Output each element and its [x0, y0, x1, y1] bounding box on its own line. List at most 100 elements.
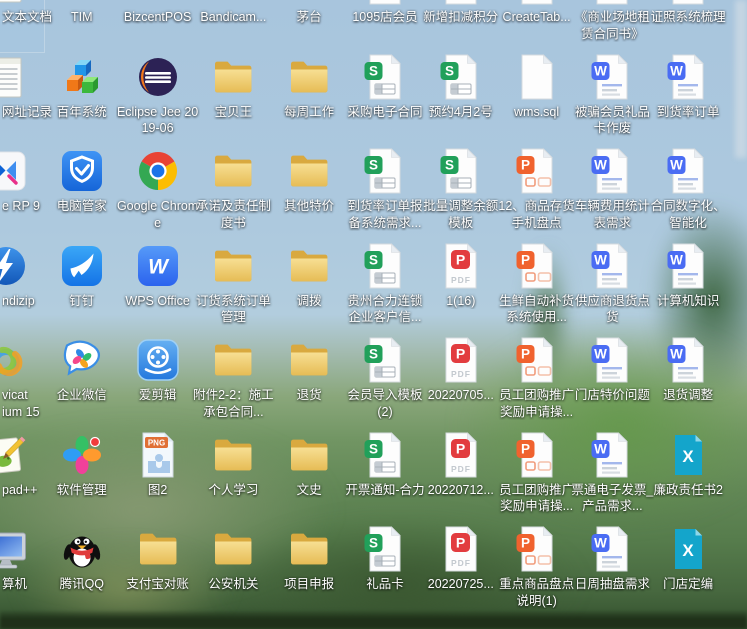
desktop-icon[interactable]: W车辆费用统计表需求: [574, 147, 650, 241]
desktop-icon[interactable]: PNG图2: [120, 431, 196, 525]
desktop-icon[interactable]: vicat ium 15: [0, 336, 44, 430]
desktop-icon[interactable]: W合同数字化、智能化: [650, 147, 726, 241]
cubes-red-green-icon: [134, 0, 182, 6]
desktop-icon[interactable]: 文本文档: [0, 0, 44, 52]
desktop-icon[interactable]: TIM: [44, 0, 120, 52]
desktop-icon[interactable]: 支付宝对账: [120, 525, 196, 619]
desktop-icon[interactable]: P生鲜自动补货系统使用...: [499, 242, 575, 336]
desktop-icon[interactable]: 电脑管家: [44, 147, 120, 241]
desktop-icon[interactable]: PPDF20220725...: [423, 525, 499, 619]
desktop-icon-label: 批量调整余额模板: [419, 198, 503, 231]
desktop-icon[interactable]: 宝贝王: [195, 53, 271, 147]
desktop[interactable]: 文本文档TIMBizcentPOSBandicam...茅台1095店会员新增扣…: [0, 0, 747, 629]
desktop-icon[interactable]: P员工团购推广奖励申请操...: [499, 431, 575, 525]
folder-icon: [285, 525, 333, 573]
bandizip-icon: [0, 242, 30, 290]
desktop-icon-label: 日周抽盘需求: [570, 576, 654, 593]
table-doc-icon: [361, 0, 409, 6]
desktop-icon[interactable]: 文史: [271, 431, 347, 525]
desktop-icon[interactable]: W到货率订单: [650, 53, 726, 147]
desktop-icon[interactable]: W退货调整: [650, 336, 726, 430]
axure-icon: [0, 147, 30, 195]
desktop-icon[interactable]: pad++: [0, 431, 44, 525]
desktop-icon[interactable]: Google Chrome: [120, 147, 196, 241]
desktop-icon[interactable]: wms.sql: [499, 53, 575, 147]
desktop-icon[interactable]: e RP 9: [0, 147, 44, 241]
desktop-icon[interactable]: S采购电子合同: [347, 53, 423, 147]
desktop-icon[interactable]: 承诺及责任制度书: [195, 147, 271, 241]
desktop-icon[interactable]: 网址记录: [0, 53, 44, 147]
desktop-icon[interactable]: 公安机关: [195, 525, 271, 619]
desktop-icon[interactable]: 退货: [271, 336, 347, 430]
desktop-icon-label: 图2: [116, 482, 200, 499]
desktop-icon[interactable]: 其他特价: [271, 147, 347, 241]
desktop-icon[interactable]: Bandicam...: [195, 0, 271, 52]
desktop-icon-label: 支付宝对账: [116, 576, 200, 593]
desktop-icon-label: 车辆费用统计表需求: [570, 198, 654, 231]
desktop-icon[interactable]: 企业微信: [44, 336, 120, 430]
desktop-icon[interactable]: P员工团购推广奖励申请操...: [499, 336, 575, 430]
desktop-icon[interactable]: 订货系统订单管理: [195, 242, 271, 336]
folder-icon: [285, 242, 333, 290]
desktop-icon[interactable]: S批量调整余额模板: [423, 147, 499, 241]
desktop-icon[interactable]: 算机: [0, 525, 44, 619]
desktop-icon[interactable]: W计算机知识: [650, 242, 726, 336]
desktop-icon[interactable]: S贵州合力连锁企业客户信...: [347, 242, 423, 336]
desktop-icon-label: 20220712...: [419, 482, 503, 499]
desktop-icon[interactable]: 1095店会员: [347, 0, 423, 52]
desktop-icon[interactable]: 项目申报: [271, 525, 347, 619]
desktop-icon[interactable]: X门店定编: [650, 525, 726, 619]
desktop-icon[interactable]: S预约4月2号: [423, 53, 499, 147]
svg-text:P: P: [456, 535, 465, 551]
desktop-icon[interactable]: 附件2-2：施工承包合同...: [195, 336, 271, 430]
desktop-icon[interactable]: 爱剪辑: [120, 336, 196, 430]
desktop-icon[interactable]: PPDF20220705...: [423, 336, 499, 430]
desktop-icon[interactable]: X廉政责任书2: [650, 431, 726, 525]
svg-text:S: S: [369, 158, 378, 173]
desktop-icon[interactable]: W供应商退货点货: [574, 242, 650, 336]
wps-word-icon: W: [588, 336, 636, 384]
desktop-icon[interactable]: 软件管理: [44, 431, 120, 525]
desktop-icon[interactable]: S开票通知-合力: [347, 431, 423, 525]
desktop-icon[interactable]: 百年系统: [44, 53, 120, 147]
desktop-icon[interactable]: Eclipse Jee 2019-06: [120, 53, 196, 147]
desktop-icon[interactable]: 腾讯QQ: [44, 525, 120, 619]
desktop-icon[interactable]: 调拨: [271, 242, 347, 336]
softmgr-icon: [58, 431, 106, 479]
desktop-icon-label: 12、商品存货手机盘点: [495, 198, 579, 231]
desktop-icon[interactable]: W门店特价问题: [574, 336, 650, 430]
desktop-icon[interactable]: S会员导入模板(2): [347, 336, 423, 430]
desktop-icon-label: 员工团购推广奖励申请操...: [495, 387, 579, 420]
desktop-icon[interactable]: 每周工作: [271, 53, 347, 147]
desktop-icon[interactable]: 证照系统梳理: [650, 0, 726, 52]
desktop-icon[interactable]: 新增扣减积分: [423, 0, 499, 52]
svg-text:P: P: [521, 158, 530, 173]
desktop-icon[interactable]: W日周抽盘需求: [574, 525, 650, 619]
desktop-icon[interactable]: BizcentPOS: [120, 0, 196, 52]
computer-icon: [0, 525, 30, 573]
desktop-icon[interactable]: 钉钉: [44, 242, 120, 336]
folder-icon: [285, 147, 333, 195]
desktop-icon[interactable]: 《商业场地租赁合同书》: [574, 0, 650, 52]
desktop-icon[interactable]: S礼品卡: [347, 525, 423, 619]
desktop-icon[interactable]: ndizip: [0, 242, 44, 336]
desktop-icon[interactable]: P12、商品存货手机盘点: [499, 147, 575, 241]
desktop-icon[interactable]: CreateTab...: [499, 0, 575, 52]
desktop-icon-label: 腾讯QQ: [40, 576, 124, 593]
desktop-icon[interactable]: PPDF1(16): [423, 242, 499, 336]
chrome-icon: [134, 147, 182, 195]
desktop-icon[interactable]: 茅台: [271, 0, 347, 52]
svg-text:S: S: [369, 63, 378, 78]
desktop-icon[interactable]: P重点商品盘点说明(1): [499, 525, 575, 619]
desktop-icon[interactable]: S到货率订单报备系统需求...: [347, 147, 423, 241]
desktop-icon[interactable]: WWPS Office: [120, 242, 196, 336]
wps-word-icon: W: [664, 336, 712, 384]
desktop-icon[interactable]: W被骗会员礼品卡作废: [574, 53, 650, 147]
dingtalk-icon: [58, 242, 106, 290]
folder-icon: [209, 336, 257, 384]
desktop-icon[interactable]: PPDF20220712...: [423, 431, 499, 525]
desktop-icon[interactable]: W票通电子发票_产品需求...: [574, 431, 650, 525]
svg-text:P: P: [521, 536, 530, 551]
desktop-icon-label: Bandicam...: [191, 9, 275, 26]
desktop-icon[interactable]: 个人学习: [195, 431, 271, 525]
